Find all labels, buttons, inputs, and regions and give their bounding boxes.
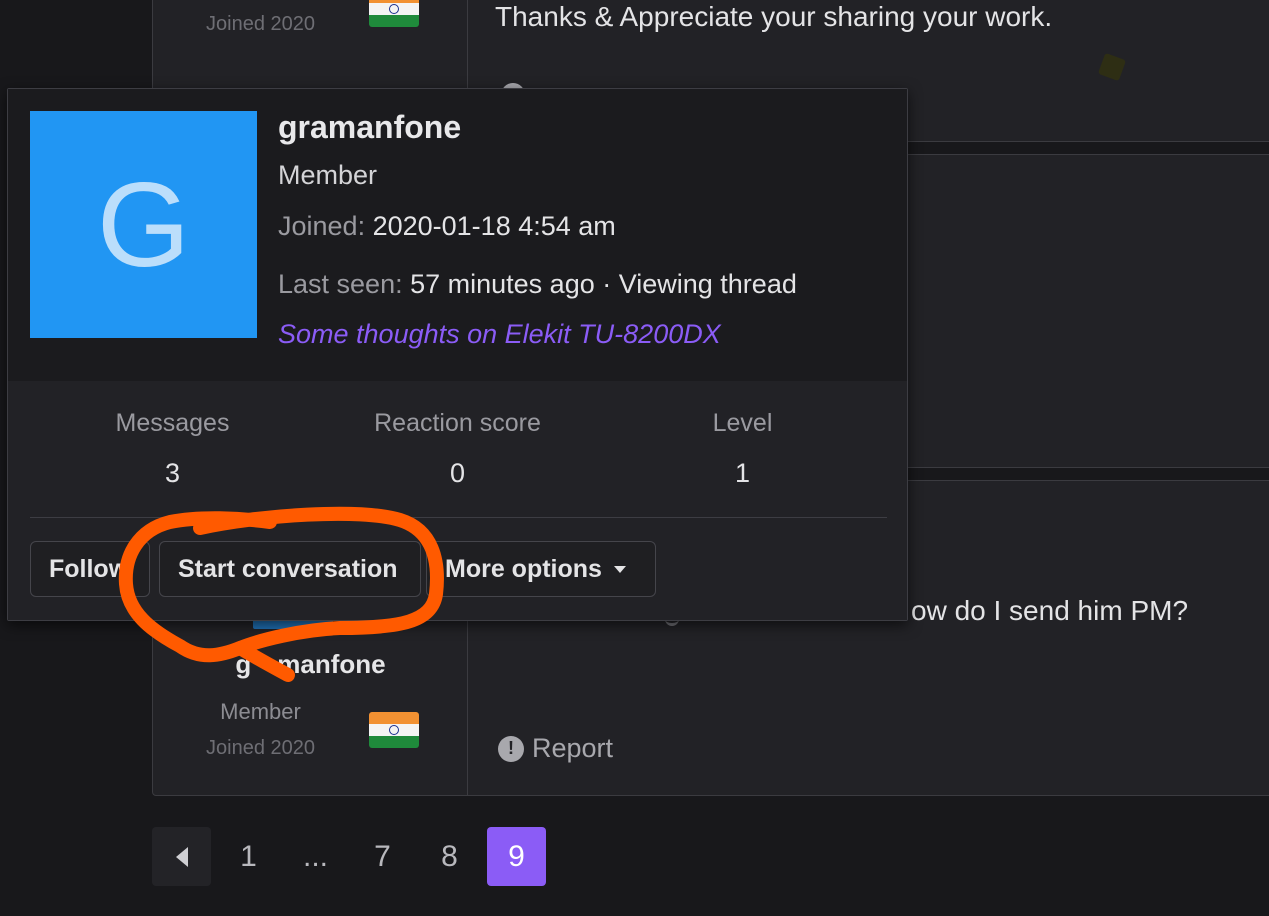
pagination: 1 ... 7 8 9 xyxy=(152,827,554,886)
user-name[interactable]: g manfone xyxy=(153,649,468,680)
page-current[interactable]: 9 xyxy=(487,827,546,886)
user-joined: Joined 2020 xyxy=(206,737,315,759)
member-stats: Messages 3 Reaction score 0 Level 1 xyxy=(30,409,887,489)
stat-label: Messages xyxy=(115,409,230,437)
tooltip-header: G gramanfone Member Joined: 2020-01-18 4… xyxy=(8,89,907,382)
more-options-label: More options xyxy=(445,554,602,583)
post-message: ow do I send him PM? xyxy=(911,595,1189,626)
member-tooltip: G gramanfone Member Joined: 2020-01-18 4… xyxy=(7,88,908,621)
page-1-link[interactable]: 1 xyxy=(219,827,278,886)
caret-down-icon xyxy=(613,565,626,573)
page-7-link[interactable]: 7 xyxy=(353,827,412,886)
stat-value: 1 xyxy=(734,458,751,488)
stat-label: Level xyxy=(712,409,773,437)
follow-button[interactable]: Follow xyxy=(30,541,150,597)
india-flag-icon xyxy=(369,0,419,27)
member-title: Member xyxy=(278,160,378,190)
chevron-left-icon xyxy=(175,846,188,867)
activity-thread-link[interactable]: Some thoughts on Elekit TU-8200DX xyxy=(278,319,721,350)
joined-value: 2020-01-18 4:54 am xyxy=(372,211,616,241)
stat-reaction-score: Reaction score 0 xyxy=(315,409,600,489)
post-message: Thanks & Appreciate your sharing your wo… xyxy=(495,1,1053,32)
stat-value[interactable]: 0 xyxy=(315,458,600,489)
exclamation-icon: ! xyxy=(498,735,524,762)
page-ellipsis[interactable]: ... xyxy=(286,827,345,886)
last-seen-value: 57 minutes ago · Viewing thread xyxy=(410,269,797,299)
stat-level: Level 1 xyxy=(600,409,885,489)
last-seen-label: Last seen: xyxy=(278,269,403,299)
emoji-icon xyxy=(1097,52,1127,82)
user-joined: Joined 2020 xyxy=(206,13,315,35)
joined-line: Joined: 2020-01-18 4:54 am xyxy=(278,211,616,242)
stat-value[interactable]: 3 xyxy=(30,458,315,489)
divider xyxy=(30,517,887,518)
user-title: Member xyxy=(220,699,301,724)
report-link[interactable]: ! Report xyxy=(498,733,613,764)
stat-label: Reaction score xyxy=(374,409,541,437)
more-options-button[interactable]: More options xyxy=(426,541,656,597)
start-conversation-button[interactable]: Start conversation xyxy=(159,541,421,597)
page-8-link[interactable]: 8 xyxy=(420,827,479,886)
member-name[interactable]: gramanfone xyxy=(278,109,461,146)
last-seen-line: Last seen: 57 minutes ago · Viewing thre… xyxy=(278,269,797,300)
joined-label: Joined: xyxy=(278,211,366,241)
avatar[interactable]: G xyxy=(30,111,257,338)
stat-messages: Messages 3 xyxy=(30,409,315,489)
prev-page-button[interactable] xyxy=(152,827,211,886)
india-flag-icon xyxy=(369,712,419,748)
